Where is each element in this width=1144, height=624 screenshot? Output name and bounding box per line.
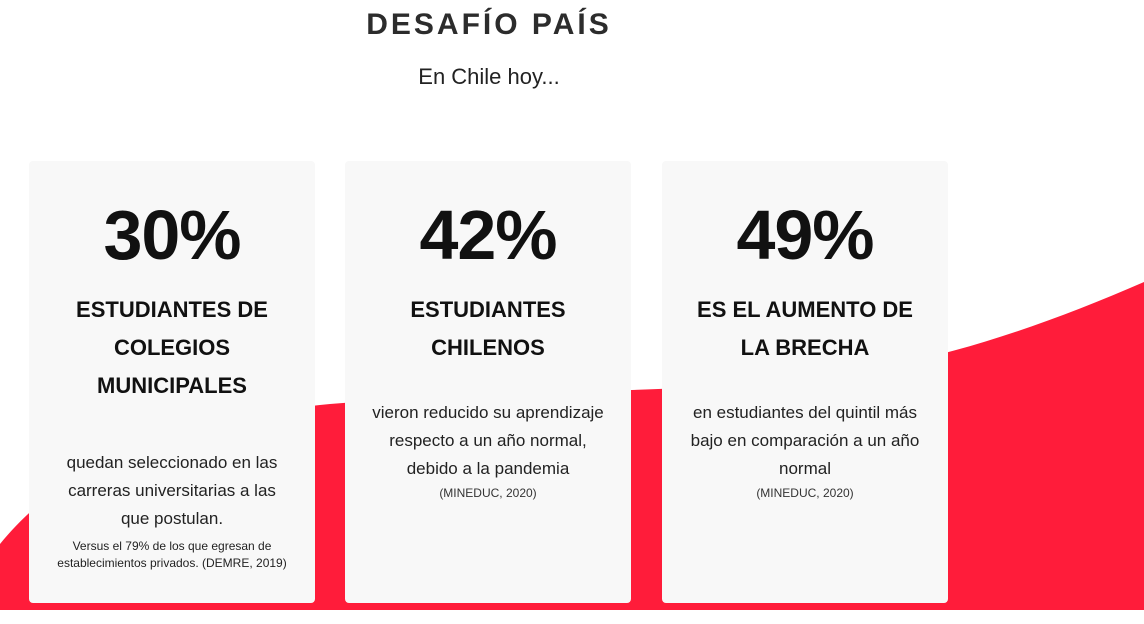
page-title: DESAFÍO PAÍS	[366, 8, 612, 41]
stat-heading: ES EL AUMENTO DE LA BRECHA	[697, 297, 913, 360]
stat-source: (MINEDUC, 2020)	[756, 486, 854, 500]
stat-card-colegios-municipales: 30% ESTUDIANTES DE COLEGIOS MUNICIPALES …	[29, 161, 315, 603]
stat-source: (MINEDUC, 2020)	[439, 486, 537, 500]
section-header: DESAFÍO PAÍS En Chile hoy...	[0, 0, 978, 90]
stat-note: Versus el 79% de los que egresan de esta…	[57, 539, 287, 570]
stat-description: en estudiantes del quintil más bajo en c…	[690, 403, 920, 478]
stat-percent: 42%	[419, 196, 557, 274]
stat-heading: ESTUDIANTES DE COLEGIOS MUNICIPALES	[76, 297, 268, 398]
stat-description: quedan seleccionado en las carreras univ…	[66, 453, 278, 528]
stat-card-estudiantes-chilenos: 42% ESTUDIANTES CHILENOS vieron reducido…	[345, 161, 631, 603]
stat-percent: 30%	[103, 196, 241, 274]
stat-card-aumento-brecha: 49% ES EL AUMENTO DE LA BRECHA en estudi…	[662, 161, 948, 603]
stat-heading: ESTUDIANTES CHILENOS	[410, 297, 566, 360]
page-subtitle: En Chile hoy...	[418, 64, 560, 89]
stat-description: vieron reducido su aprendizaje respecto …	[372, 403, 604, 478]
stat-percent: 49%	[736, 196, 874, 274]
